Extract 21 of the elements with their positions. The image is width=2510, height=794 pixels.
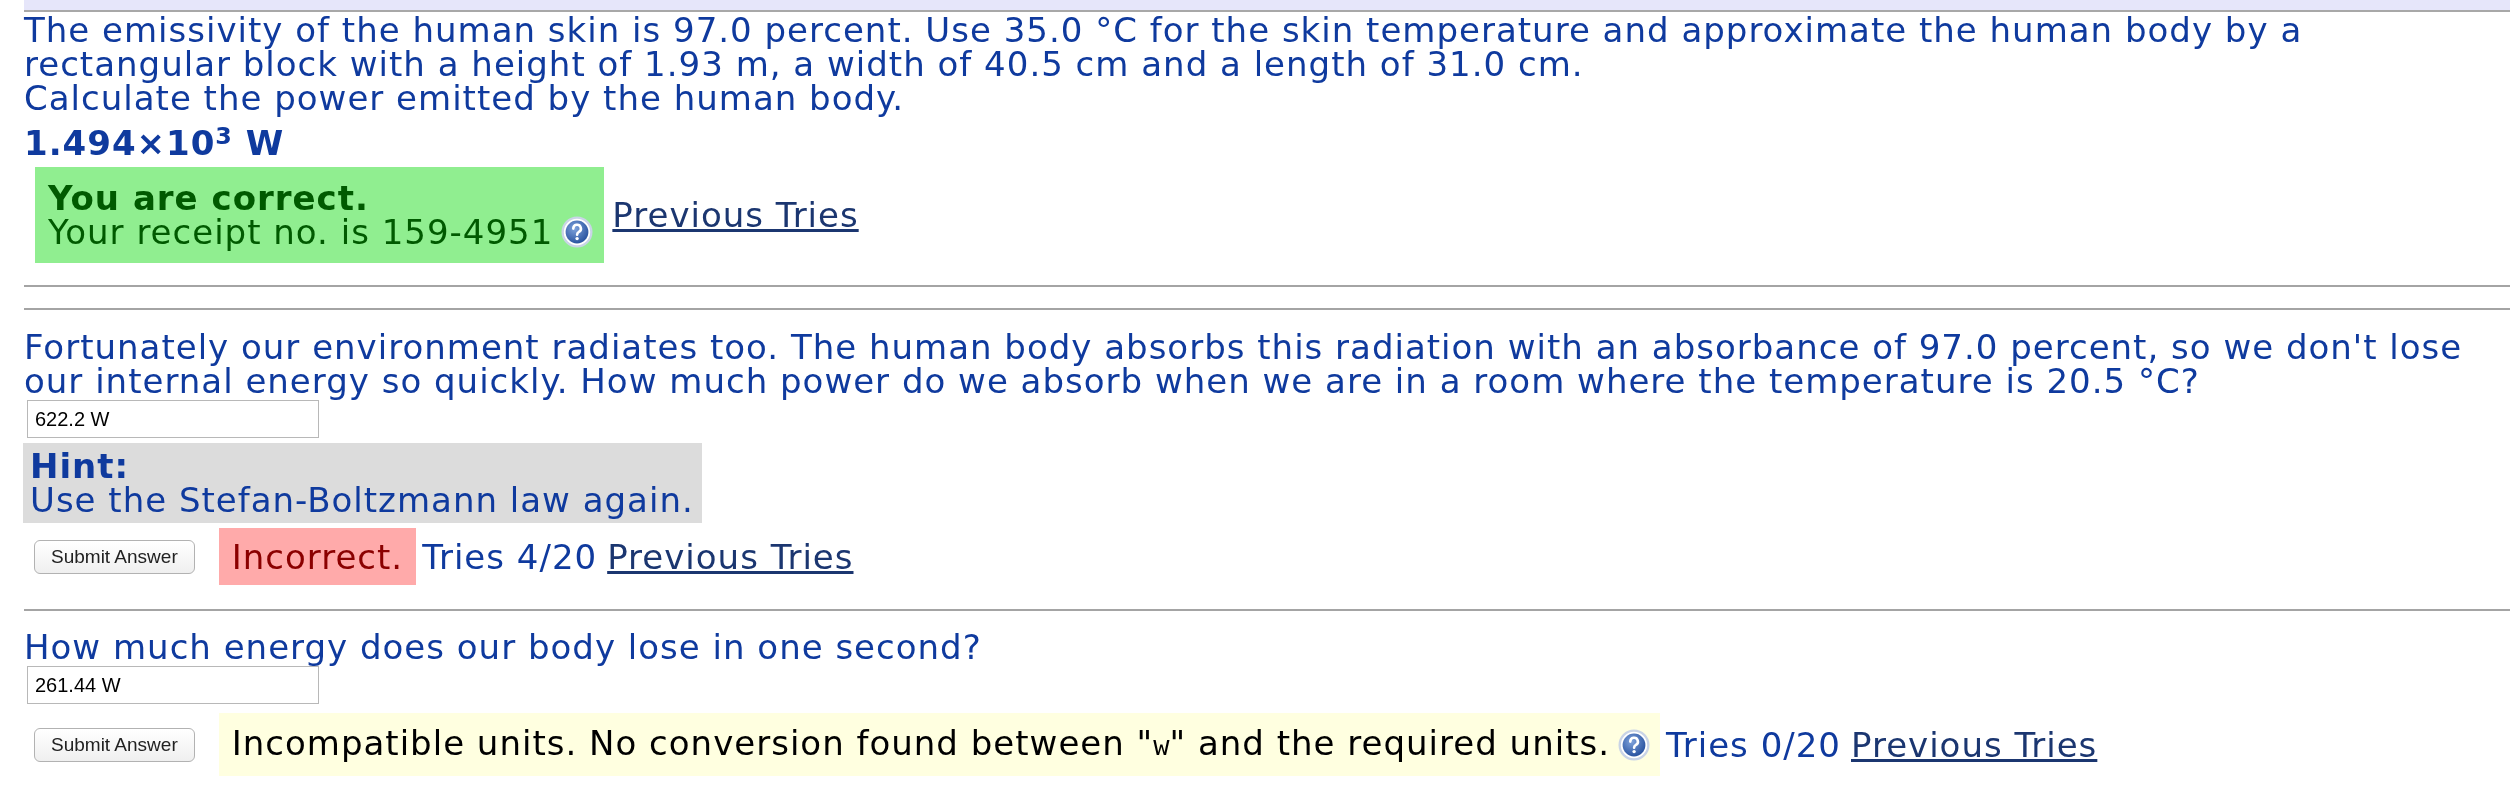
feedback-message: Incompatible units. No conversion found between "w" and the required units.	[231, 726, 1610, 763]
submit-button[interactable]: Submit Answer	[34, 727, 195, 762]
feedback-message: Incorrect.	[218, 528, 417, 585]
receipt-text: Your receipt no. is 159-4951	[48, 215, 554, 249]
question-text: Fortunately our environment radiates too. The human body absorbs this radiation with an absorbance of 97.0 percent, so we don't lose our internal energy so quickly. How much power do we absorb when we are in a room where the temperature is 20.5 °C?	[24, 330, 2464, 398]
submit-button[interactable]: Submit Answer	[34, 539, 195, 574]
answer-value: 1.494×10$^{3}$ W	[24, 126, 286, 160]
answer-field[interactable]: 261.44 W	[27, 666, 319, 704]
previous-tries-link[interactable]: Previous Tries	[612, 198, 859, 232]
hint-title: Hint:	[30, 449, 131, 483]
question-text: How much energy does our body lose in one second?	[24, 630, 983, 664]
previous-tries-link[interactable]: Previous Tries	[607, 539, 854, 574]
feedback-title: You are correct.	[48, 181, 370, 215]
tries-counter: Tries 4/20	[422, 539, 598, 574]
previous-tries-link[interactable]: Previous Tries	[1851, 727, 2098, 762]
question-text: The emissivity of the human skin is 97.0 percent. Use 35.0 °C for the skin temperature and approximate the human body by a rectangular block with a height of 1.93 m, a width of 40.5 cm and a length of 31.0 cm.	[24, 13, 2304, 81]
tries-counter: Tries 0/20	[1666, 727, 1841, 762]
hint-text: Use the Stefan-Boltzmann law again.	[30, 483, 694, 517]
answer-field[interactable]: 622.2 W	[27, 400, 319, 438]
help-icon[interactable]	[1618, 728, 1650, 761]
help-icon[interactable]	[561, 216, 594, 248]
